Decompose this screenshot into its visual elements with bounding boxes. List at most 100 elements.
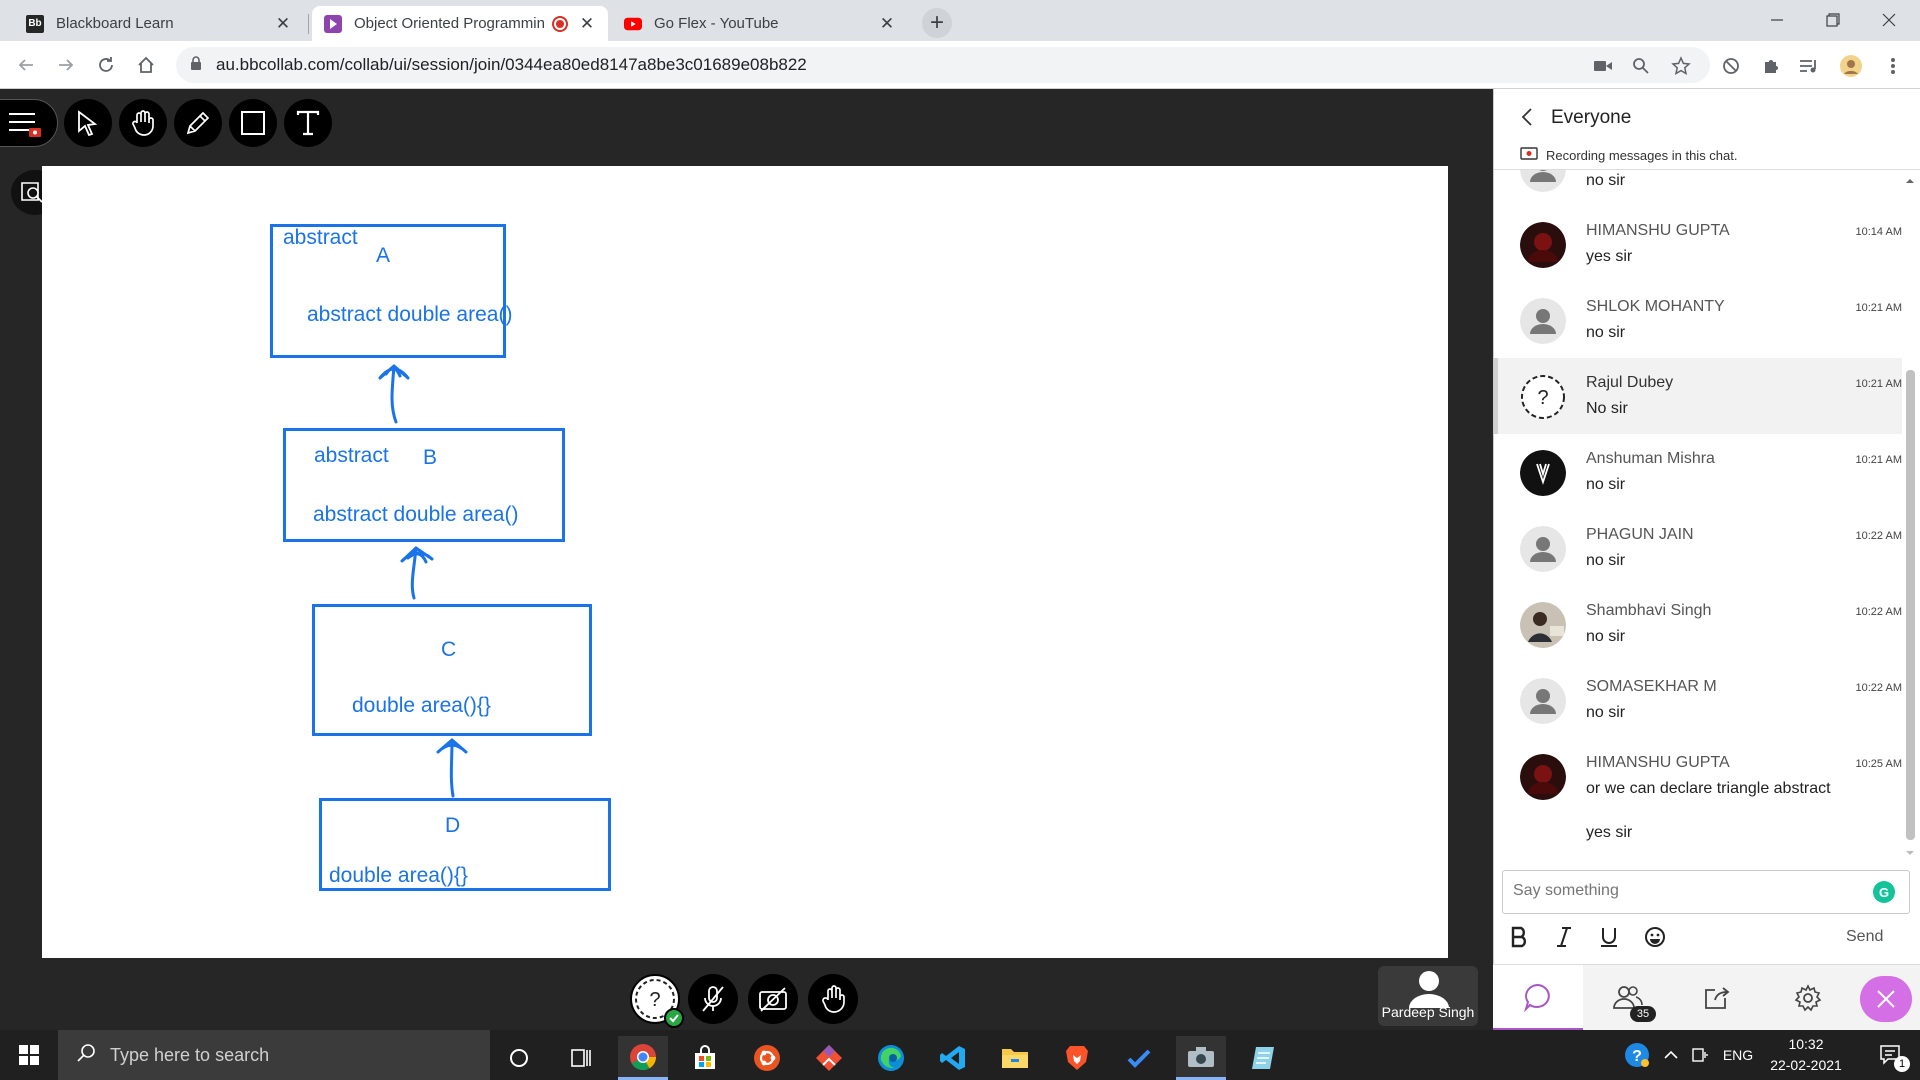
my-status-button[interactable]: ? <box>630 974 684 1028</box>
arrow-b-to-a <box>378 364 410 424</box>
display-tray-icon[interactable] <box>1686 1030 1714 1080</box>
shape-tool-button[interactable] <box>229 99 277 147</box>
zoom-icon[interactable] <box>1630 55 1652 77</box>
message-sender: Rajul Dubey <box>1586 374 1674 391</box>
taskbar-ubuntu[interactable] <box>742 1036 792 1080</box>
forward-button[interactable] <box>52 51 80 79</box>
profile-avatar[interactable] <box>1840 55 1862 77</box>
chat-bubble-icon <box>1524 983 1550 1012</box>
send-button[interactable]: Send <box>1846 928 1883 946</box>
microphone-off-button[interactable] <box>688 974 738 1024</box>
cortana-button[interactable] <box>494 1036 544 1080</box>
pencil-tool-button[interactable] <box>174 99 222 147</box>
close-panel-button[interactable] <box>1860 976 1912 1022</box>
presenter-video-tile[interactable]: Pardeep Singh <box>1378 966 1478 1026</box>
taskbar-chrome[interactable] <box>618 1036 668 1080</box>
scroll-up-arrow-icon[interactable] <box>1902 176 1918 186</box>
whiteboard-canvas[interactable]: abstract A abstract double area() abstra… <box>42 166 1448 958</box>
ubuntu-icon <box>754 1045 780 1071</box>
chat-title: Everyone <box>1551 107 1632 128</box>
search-placeholder: Type here to search <box>110 1044 270 1065</box>
input-language[interactable]: ENG <box>1716 1030 1760 1080</box>
taskbar-file-explorer[interactable] <box>990 1036 1040 1080</box>
tab-blackboard-learn[interactable]: Bb Blackboard Learn ✕ <box>14 6 304 41</box>
text-tool-button[interactable] <box>284 99 332 147</box>
notifications-button[interactable]: 1 <box>1866 1030 1916 1080</box>
taskbar-brave[interactable] <box>1052 1036 1102 1080</box>
message-time: 10:22 AM <box>1855 606 1902 618</box>
chat-message-list[interactable]: no sir HIMANSHU GUPTA 10:14 AM yes sir S… <box>1494 170 1902 950</box>
todo-check-icon <box>1127 1049 1151 1068</box>
close-tab-icon[interactable]: ✕ <box>878 14 896 34</box>
help-tray-icon[interactable]: ? <box>1620 1030 1654 1080</box>
tab-settings[interactable] <box>1763 965 1853 1031</box>
message-time: 10:21 AM <box>1855 378 1902 390</box>
taskbar-git[interactable] <box>804 1036 854 1080</box>
restore-window-button[interactable] <box>1810 0 1856 40</box>
raise-hand-button[interactable] <box>808 974 858 1024</box>
new-tab-button[interactable]: + <box>922 8 952 38</box>
taskbar-notes[interactable] <box>1238 1036 1288 1080</box>
chat-message: HIMANSHU GUPTA 10:14 AM yes sir <box>1494 206 1902 282</box>
taskbar-edge[interactable] <box>866 1036 916 1080</box>
session-menu-button[interactable] <box>0 99 58 147</box>
message-sender: HIMANSHU GUPTA <box>1586 754 1730 771</box>
minimize-window-button[interactable] <box>1754 0 1800 40</box>
grammarly-icon[interactable]: G <box>1873 881 1895 903</box>
status-check-icon <box>664 1008 684 1028</box>
taskbar-store[interactable] <box>680 1036 730 1080</box>
browser-menu-icon[interactable] <box>1882 55 1904 77</box>
start-button[interactable] <box>0 1030 58 1080</box>
extensions-puzzle-icon[interactable] <box>1760 55 1782 77</box>
taskbar-search[interactable]: Type here to search <box>58 1030 490 1080</box>
home-button[interactable] <box>132 51 160 79</box>
bookmark-star-icon[interactable] <box>1670 55 1692 77</box>
brave-icon <box>1066 1046 1088 1070</box>
chat-message-input[interactable] <box>1503 871 1843 911</box>
task-view-button[interactable] <box>556 1036 606 1080</box>
gear-icon <box>1794 984 1822 1012</box>
close-tab-icon[interactable]: ✕ <box>274 14 292 34</box>
pan-tool-button[interactable] <box>119 99 167 147</box>
close-tab-icon[interactable]: ✕ <box>578 14 596 34</box>
scroll-down-arrow-icon[interactable] <box>1902 848 1918 858</box>
emoji-icon[interactable] <box>1644 926 1666 954</box>
vscode-icon <box>940 1046 965 1070</box>
reload-button[interactable] <box>92 51 120 79</box>
tab-attendees[interactable] <box>1583 965 1673 1031</box>
bold-icon[interactable] <box>1510 926 1530 954</box>
back-button[interactable] <box>12 51 40 79</box>
chat-header: Everyone <box>1494 89 1920 145</box>
chevron-left-icon[interactable] <box>1520 107 1534 133</box>
address-bar[interactable]: au.bbcollab.com/collab/ui/session/join/0… <box>176 47 1710 83</box>
show-hidden-icons-chevron-icon[interactable] <box>1658 1030 1684 1080</box>
default-avatar <box>1520 170 1566 192</box>
tab-chat[interactable] <box>1493 965 1583 1031</box>
tab-share-content[interactable] <box>1673 965 1763 1031</box>
select-tool-button[interactable] <box>64 99 112 147</box>
tab-object-oriented-programming[interactable]: Object Oriented Programmin ✕ <box>312 6 608 41</box>
block-extension-icon[interactable] <box>1720 55 1742 77</box>
chat-scrollbar[interactable] <box>1902 170 1918 860</box>
underline-icon[interactable] <box>1600 926 1618 954</box>
taskbar-camera[interactable] <box>1176 1036 1226 1080</box>
taskbar-clock[interactable]: 10:32 22-02-2021 <box>1764 1034 1848 1076</box>
close-window-button[interactable] <box>1866 0 1912 40</box>
taskbar-todo[interactable] <box>1114 1036 1164 1080</box>
message-time: 10:25 AM <box>1855 758 1902 770</box>
camera-in-use-icon[interactable] <box>1592 55 1614 77</box>
search-icon <box>76 1043 96 1068</box>
arrow-d-to-c <box>436 738 468 798</box>
git-icon <box>816 1045 842 1071</box>
tab-youtube[interactable]: Go Flex - YouTube ✕ <box>612 6 908 41</box>
clock-date: 22-02-2021 <box>1770 1057 1842 1073</box>
camera-off-button[interactable] <box>748 974 798 1024</box>
folder-icon <box>1002 1049 1028 1068</box>
scrollbar-thumb[interactable] <box>1906 370 1915 840</box>
chat-compose-box[interactable]: G <box>1502 870 1910 914</box>
message-time: 10:21 AM <box>1855 302 1902 314</box>
message-text: no sir <box>1586 324 1626 341</box>
taskbar-vscode[interactable] <box>928 1036 978 1080</box>
italic-icon[interactable] <box>1556 926 1572 954</box>
media-queue-icon[interactable] <box>1798 55 1820 77</box>
